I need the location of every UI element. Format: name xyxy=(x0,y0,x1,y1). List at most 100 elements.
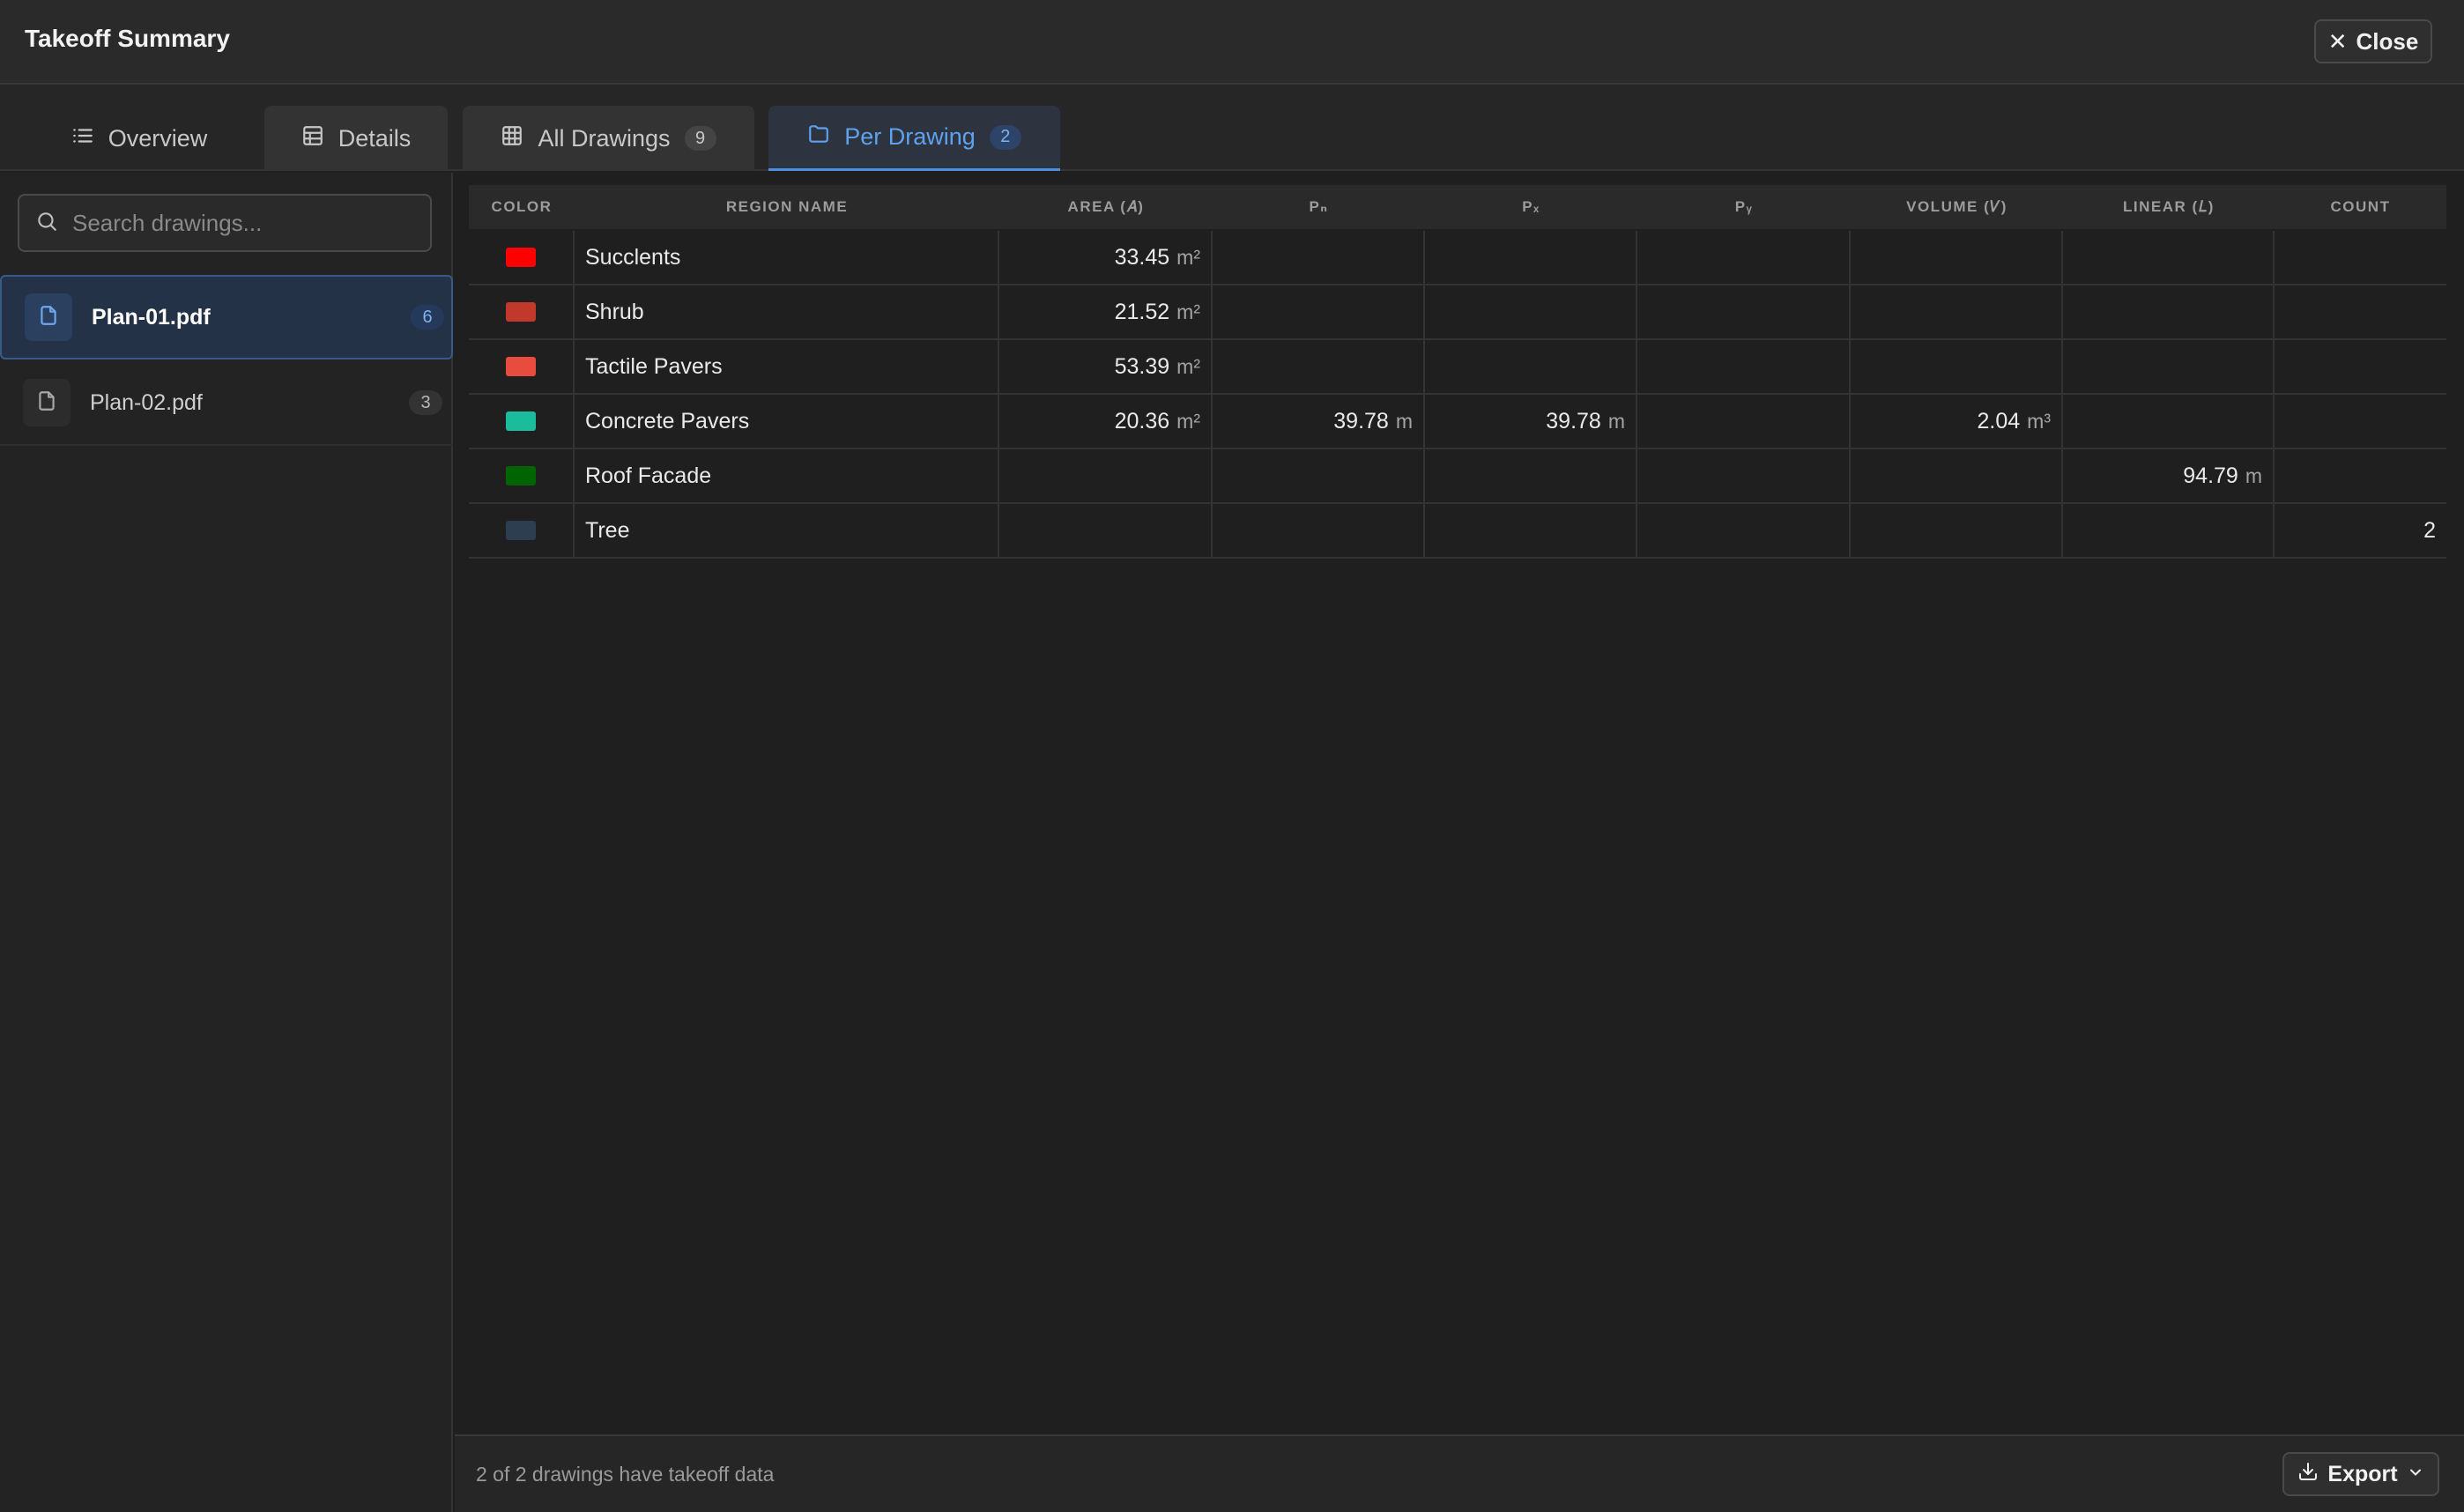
count-cell xyxy=(2275,395,2446,448)
p3-cell xyxy=(1637,285,1851,338)
header-count[interactable]: COUNT xyxy=(2275,185,2446,229)
volume-cell xyxy=(1851,285,2063,338)
p2-value: 39.78 xyxy=(1546,408,1601,434)
file-icon xyxy=(37,304,60,331)
count-cell xyxy=(2275,449,2446,502)
tab-bar: Overview Details All Drawings 9 Per Draw… xyxy=(0,85,2464,171)
p3-cell xyxy=(1637,340,1851,393)
p2-cell: 39.78 m xyxy=(1425,395,1637,448)
linear-cell xyxy=(2063,395,2275,448)
tab-all-drawings-label: All Drawings xyxy=(538,124,671,152)
p2-cell xyxy=(1425,449,1637,502)
color-swatch[interactable] xyxy=(506,248,536,267)
color-cell xyxy=(469,340,575,393)
area-value: 21.52 xyxy=(1114,299,1170,324)
table-header: COLOR REGION NAME AREA (𝐴) Pₙ Pₓ Pᵧ VOLU… xyxy=(469,185,2446,229)
tab-overview[interactable]: Overview xyxy=(53,106,226,171)
file-icon-container xyxy=(25,293,72,341)
area-cell: 33.45 m² xyxy=(999,231,1213,284)
p2-unit: m xyxy=(1607,409,1625,433)
volume-cell xyxy=(1851,231,2063,284)
grid-icon xyxy=(501,124,523,153)
table-row[interactable]: Shrub 21.52 m² xyxy=(469,285,2446,340)
volume-value: 2.04 xyxy=(1977,408,2021,434)
table-row[interactable]: Succlents 33.45 m² xyxy=(469,231,2446,285)
tab-all-drawings[interactable]: All Drawings 9 xyxy=(463,106,754,171)
color-cell xyxy=(469,395,575,448)
file-name: Plan-01.pdf xyxy=(92,304,211,330)
area-unit: m² xyxy=(1176,354,1200,378)
search-box[interactable] xyxy=(18,194,432,252)
chevron-down-icon xyxy=(2407,1462,2424,1487)
p1-cell xyxy=(1213,340,1425,393)
title-bar: Takeoff Summary ✕ Close xyxy=(0,0,2464,85)
area-value: 20.36 xyxy=(1114,408,1170,434)
sidebar-item-plan-01[interactable]: Plan-01.pdf 6 xyxy=(0,275,453,359)
close-icon: ✕ xyxy=(2327,28,2348,55)
header-volume[interactable]: VOLUME (𝑉) xyxy=(1851,185,2063,229)
volume-cell xyxy=(1851,504,2063,557)
area-unit: m² xyxy=(1176,300,1200,323)
area-value: 33.45 xyxy=(1114,244,1170,270)
header-area[interactable]: AREA (𝐴) xyxy=(999,185,1213,229)
count-cell xyxy=(2275,285,2446,338)
tab-per-drawing[interactable]: Per Drawing 2 xyxy=(768,106,1060,171)
linear-cell xyxy=(2063,340,2275,393)
tab-per-drawing-badge: 2 xyxy=(989,124,1021,150)
area-cell xyxy=(999,449,1213,502)
count-cell xyxy=(2275,231,2446,284)
file-icon-container xyxy=(23,379,71,426)
region-name-cell: Tree xyxy=(575,504,999,557)
close-button-label: Close xyxy=(2356,27,2419,55)
header-region-name[interactable]: REGION NAME xyxy=(575,185,999,229)
header-color[interactable]: COLOR xyxy=(469,185,575,229)
tab-details[interactable]: Details xyxy=(264,106,448,171)
color-swatch[interactable] xyxy=(506,521,536,540)
p1-cell xyxy=(1213,504,1425,557)
linear-cell xyxy=(2063,504,2275,557)
color-swatch[interactable] xyxy=(506,302,536,322)
tab-details-label: Details xyxy=(338,124,412,152)
list-icon xyxy=(71,124,94,153)
tab-overview-label: Overview xyxy=(108,124,208,152)
area-cell: 21.52 m² xyxy=(999,285,1213,338)
footer-bar: 2 of 2 drawings have takeoff data Export xyxy=(455,1434,2464,1512)
search-icon xyxy=(35,210,58,237)
search-input[interactable] xyxy=(72,209,407,237)
count-cell xyxy=(2275,340,2446,393)
file-count-badge: 6 xyxy=(411,305,444,330)
p1-value: 39.78 xyxy=(1333,408,1389,434)
drawings-sidebar: Plan-01.pdf 6 Plan-02.pdf 3 xyxy=(0,173,453,1512)
header-p2[interactable]: Pₓ xyxy=(1425,185,1637,229)
region-name-cell: Succlents xyxy=(575,231,999,284)
color-swatch[interactable] xyxy=(506,411,536,431)
linear-unit: m xyxy=(2245,463,2262,487)
region-name-cell: Tactile Pavers xyxy=(575,340,999,393)
takeoff-summary-window: Takeoff Summary ✕ Close Overview Details… xyxy=(0,0,2464,1512)
header-p3[interactable]: Pᵧ xyxy=(1637,185,1851,229)
table-row[interactable]: Roof Facade 94.79 m xyxy=(469,449,2446,504)
p3-cell xyxy=(1637,395,1851,448)
p1-cell xyxy=(1213,449,1425,502)
linear-cell xyxy=(2063,285,2275,338)
table-row[interactable]: Tactile Pavers 53.39 m² xyxy=(469,340,2446,395)
status-text: 2 of 2 drawings have takeoff data xyxy=(476,1463,775,1486)
p1-cell xyxy=(1213,231,1425,284)
p2-cell xyxy=(1425,231,1637,284)
color-swatch[interactable] xyxy=(506,466,536,485)
header-p1[interactable]: Pₙ xyxy=(1213,185,1425,229)
download-icon xyxy=(2297,1461,2319,1488)
header-linear[interactable]: LINEAR (𝐿) xyxy=(2063,185,2275,229)
p3-cell xyxy=(1637,231,1851,284)
close-button[interactable]: ✕ Close xyxy=(2314,19,2432,63)
export-button[interactable]: Export xyxy=(2282,1452,2439,1496)
sidebar-item-plan-02[interactable]: Plan-02.pdf 3 xyxy=(0,361,453,446)
table-row[interactable]: Concrete Pavers 20.36 m² 39.78 m 39.78 m 2.04 m³ xyxy=(469,395,2446,449)
region-name-cell: Concrete Pavers xyxy=(575,395,999,448)
table-row[interactable]: Tree 2 xyxy=(469,504,2446,559)
linear-cell xyxy=(2063,231,2275,284)
color-swatch[interactable] xyxy=(506,357,536,376)
p3-cell xyxy=(1637,449,1851,502)
color-cell xyxy=(469,285,575,338)
p2-cell xyxy=(1425,504,1637,557)
